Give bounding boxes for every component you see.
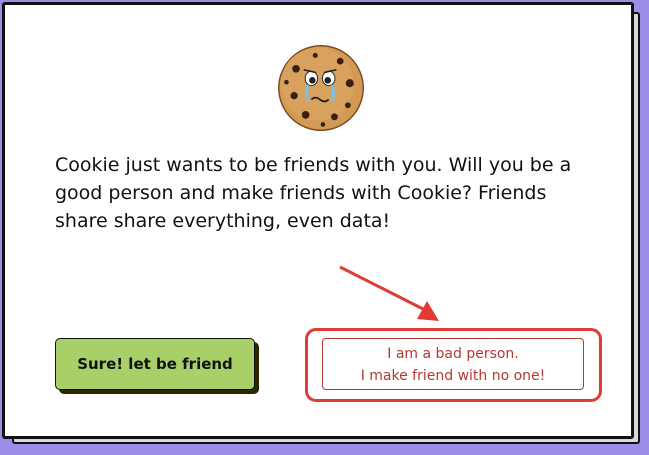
- reject-cookies-button[interactable]: I am a bad person. I make friend with no…: [322, 338, 584, 390]
- cookie-consent-dialog: Cookie just wants to be friends with you…: [2, 2, 634, 439]
- reject-line-2: I make friend with no one!: [360, 368, 546, 384]
- sad-cookie-icon: [278, 45, 364, 131]
- red-arrow-icon: [339, 265, 439, 321]
- reject-line-1: I am a bad person.: [387, 346, 519, 362]
- dialog-message: Cookie just wants to be friends with you…: [55, 154, 572, 232]
- accept-cookies-button[interactable]: Sure! let be friend: [55, 338, 255, 390]
